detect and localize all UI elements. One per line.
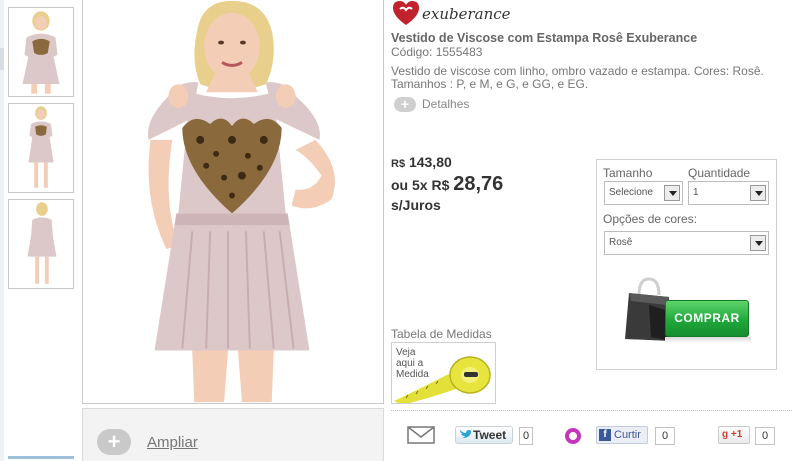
- main-product-image[interactable]: [82, 0, 384, 404]
- currency-symbol: R$: [391, 158, 406, 170]
- google-plus-label: +1: [730, 429, 743, 440]
- installment-price: ou 5x R$ 28,76: [391, 173, 503, 196]
- thumbnail-back[interactable]: [8, 199, 74, 289]
- thumbnail-front-2-image: [28, 106, 54, 188]
- quantity-label: Quantidade: [688, 166, 751, 180]
- brand-name: exuberance: [422, 5, 511, 23]
- orkut-icon[interactable]: [565, 428, 581, 444]
- chevron-down-icon: [664, 185, 680, 201]
- facebook-like-label: Curtir: [614, 429, 641, 441]
- plus-icon: +: [394, 97, 416, 112]
- size-table-link[interactable]: Veja aqui a Medida: [391, 342, 496, 404]
- google-plus-button[interactable]: g +1: [718, 426, 750, 444]
- product-title: Vestido de Viscose com Estampa Rosê Exub…: [391, 31, 698, 45]
- size-table-label: Tabela de Medidas: [391, 327, 492, 341]
- twitter-bird-icon: [459, 430, 471, 439]
- size-select-value: Selecione: [609, 187, 653, 198]
- details-label: Detalhes: [422, 97, 470, 111]
- share-divider: [391, 410, 792, 411]
- description-line-2: Tamanhos : P, e M, e G, e GG, e EG.: [391, 77, 589, 91]
- tweet-count: 0: [519, 427, 533, 445]
- color-select-value: Rosê: [609, 237, 633, 248]
- tweet-label: Tweet: [473, 428, 507, 442]
- buy-button-reflection: [665, 337, 751, 343]
- size-table-line-3: Medida: [396, 369, 429, 380]
- left-edge-marker: [0, 48, 4, 70]
- size-table-line-2: aqui a: [396, 358, 424, 369]
- facebook-like-count: 0: [655, 427, 675, 445]
- full-price-value: 143,80: [408, 154, 452, 170]
- tweet-button[interactable]: Tweet: [455, 426, 513, 444]
- facebook-like-button[interactable]: f Curtir: [596, 426, 648, 444]
- color-options-label: Opções de cores:: [603, 212, 698, 226]
- chevron-down-icon: [750, 235, 766, 251]
- purchase-box: Tamanho Quantidade Selecione 1 Opções de…: [596, 159, 777, 370]
- product-info: exuberance Vestido de Viscose com Estamp…: [391, 0, 792, 461]
- installment-suffix: s/Juros: [391, 197, 441, 213]
- installment-prefix: ou 5x R$: [391, 177, 450, 193]
- google-plus-count: 0: [755, 427, 775, 445]
- brand-logo[interactable]: exuberance: [391, 0, 511, 28]
- size-table-card-text: Veja aqui a Medida: [396, 347, 436, 380]
- thumbnail-front[interactable]: [8, 7, 74, 97]
- product-code: Código: 1555483: [391, 45, 483, 59]
- zoom-plus-icon[interactable]: +: [97, 429, 131, 455]
- color-select[interactable]: Rosê: [604, 231, 769, 255]
- thumbnail-front-2[interactable]: [8, 103, 74, 193]
- heart-icon: [393, 1, 419, 25]
- quantity-select-value: 1: [693, 187, 699, 198]
- email-icon[interactable]: [407, 426, 435, 444]
- zoom-bar: + Ampliar: [82, 408, 384, 461]
- google-plus-g-icon: g: [722, 429, 729, 440]
- size-label: Tamanho: [603, 166, 653, 180]
- thumbnail-scroll-indicator: [8, 456, 74, 459]
- buy-button-label: COMPRAR: [665, 300, 749, 337]
- model-in-dress-illustration: [147, 0, 335, 403]
- thumbnail-front-image: [22, 11, 60, 94]
- quantity-select[interactable]: 1: [688, 181, 769, 205]
- facebook-icon: f: [599, 429, 611, 441]
- chevron-down-icon: [750, 185, 766, 201]
- buy-button[interactable]: COMPRAR: [621, 275, 753, 345]
- thumbnail-list: [0, 0, 80, 461]
- zoom-link[interactable]: Ampliar: [147, 434, 198, 451]
- thumbnail-back-image: [27, 202, 57, 284]
- full-price: R$ 143,80: [391, 154, 452, 170]
- product-description: Vestido de viscose com linho, ombro vaza…: [391, 65, 792, 91]
- size-table-line-1: Veja: [396, 347, 416, 358]
- installment-value: 28,76: [453, 173, 504, 195]
- size-select[interactable]: Selecione: [604, 181, 683, 205]
